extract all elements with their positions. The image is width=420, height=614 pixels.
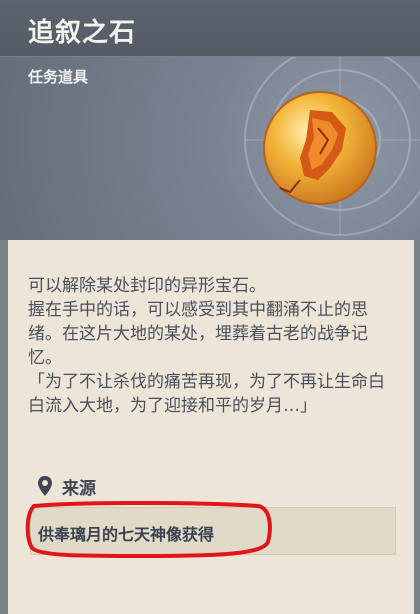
location-pin-icon [38, 476, 52, 496]
card-edge-left [0, 240, 8, 614]
description-line: 握在手中的话，可以感受到其中翻涌不止的思绪。在这片大地的某处，埋葬着古老的战争记… [28, 300, 368, 368]
item-detail-card: 追叙之石 任务道具 可以解除某处封印的异形宝石。 握在手中的话，可以感受到其中翻… [0, 0, 420, 614]
stone-orb-icon [263, 91, 377, 205]
red-highlight-annotation [25, 501, 272, 559]
title-bar: 追叙之石 [0, 0, 420, 57]
item-type: 任务道具 [28, 68, 89, 86]
item-title: 追叙之石 [28, 18, 137, 48]
description-line: 「为了不让杀伐的痛苦再现，为了不再让生命白白流入大地，为了迎接和平的岁月…」 [28, 372, 385, 416]
source-label: 来源 [62, 479, 96, 499]
card-edge-right [414, 240, 420, 614]
description-line: 可以解除某处封印的异形宝石。 [28, 276, 266, 296]
item-description: 可以解除某处封印的异形宝石。 握在手中的话，可以感受到其中翻涌不止的思绪。在这片… [28, 274, 398, 418]
